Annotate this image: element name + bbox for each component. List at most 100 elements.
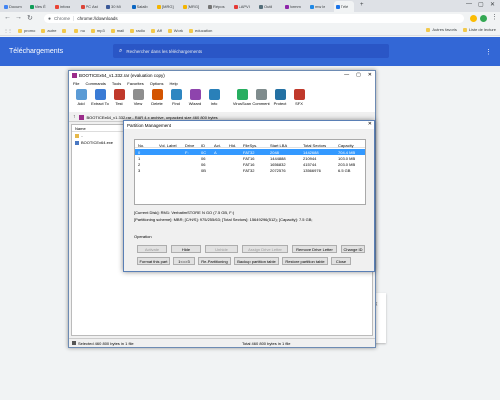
minimize-icon[interactable]: — (466, 1, 472, 7)
extension-icon[interactable] (470, 15, 477, 22)
browser-tab[interactable]: formm (283, 1, 303, 12)
bookmark-item[interactable]: promo (18, 28, 35, 33)
bookmark-item[interactable]: nu (74, 28, 85, 33)
table-row[interactable]: 3 0B FAT32 2072576 13566976 6.5 GB (135, 167, 365, 173)
folder-icon (18, 28, 22, 33)
bookmark-label: autre (47, 28, 57, 33)
downloads-menu-icon[interactable]: ⋮ (485, 48, 492, 56)
column-header[interactable]: Start LBA (270, 143, 287, 148)
column-header[interactable]: Drive (185, 143, 194, 148)
toolbar-button-extract-to[interactable]: Extract To (91, 89, 109, 106)
op-button-assign-drive-letter[interactable]: Assign Drive Letter (242, 245, 288, 253)
winrar-menu-item[interactable]: Tools (112, 81, 121, 86)
chrome-menu-icon[interactable]: ⋮ (491, 13, 498, 21)
toolbar-button-info[interactable]: Info (206, 89, 222, 106)
maximize-icon[interactable]: ▢ (478, 1, 484, 8)
browser-tab[interactable]: [MRG] (181, 1, 201, 12)
column-header[interactable]: Act. (214, 143, 221, 148)
toolbar-button-test[interactable]: Test (111, 89, 127, 106)
browser-tab[interactable]: [MRG] (155, 1, 175, 12)
winrar-minimize-icon[interactable]: — (344, 72, 349, 78)
op-button-activate[interactable]: Activate (137, 245, 167, 253)
bookmark-right-item[interactable]: Liste de lecture (462, 27, 496, 32)
op-button-re-partitioning[interactable]: Re-Partitioning (198, 257, 231, 265)
op-button-backup-partition-table[interactable]: Backup partition table (234, 257, 279, 265)
winrar-menu-item[interactable]: File (73, 81, 79, 86)
winrar-close-icon[interactable]: ✕ (368, 72, 372, 78)
comment-icon (255, 89, 267, 100)
bookmark-item[interactable]: mail (110, 28, 124, 33)
winrar-menu-item[interactable]: Favorites (127, 81, 143, 86)
apps-icon[interactable]: ⋮⋮ (4, 28, 12, 33)
status-left-wrap: Selected 460 800 bytes in 1 file (72, 341, 242, 346)
bookmark-item[interactable]: mp3 (90, 28, 105, 33)
partition-table-header: No. Vol. Label Drive ID Act. Hid. FileSys. Star… (135, 142, 365, 148)
winrar-menubar: File Commands Tools Favorites Options Help (69, 80, 375, 87)
bookmark-item[interactable]: Aff (150, 28, 162, 33)
toolbar-button-label: Comment (252, 101, 270, 106)
browser-tab[interactable]: PC Ast (79, 1, 99, 12)
bookmark-right-item[interactable]: Autres favoris (426, 27, 457, 32)
bookmark-item[interactable]: Work (167, 28, 183, 33)
profile-avatar[interactable] (480, 15, 487, 22)
tab-title: Mes É (34, 4, 46, 9)
browser-tab[interactable]: Docum (2, 1, 22, 12)
back-icon[interactable]: ← (4, 14, 11, 21)
toolbar-button-find[interactable]: Find (168, 89, 184, 106)
column-header[interactable]: Vol. Label (159, 143, 177, 148)
toolbar-button-sfx[interactable]: SFX (291, 89, 307, 106)
new-tab-icon[interactable]: + (360, 2, 364, 8)
close-icon[interactable]: ✕ (490, 1, 495, 8)
op-button-close[interactable]: Close (331, 257, 351, 265)
downloads-search-input[interactable]: ⌕ Rechercher dans les téléchargements (113, 44, 389, 58)
up-folder-icon[interactable]: ↑ (73, 114, 76, 120)
browser-tab[interactable]: Répos (206, 1, 226, 12)
toolbar-button-view[interactable]: View (130, 89, 146, 106)
toolbar-button-protect[interactable]: Protect (272, 89, 288, 106)
op-button-format-this-part[interactable]: Format this part (137, 257, 170, 265)
table-cell: 6.5 GB (338, 167, 351, 173)
column-header[interactable]: FileSys. (243, 143, 257, 148)
browser-tab[interactable]: infoss (53, 1, 73, 12)
column-header[interactable]: No. (138, 143, 144, 148)
tab-favicon-icon (4, 4, 8, 9)
op-button-1-3[interactable]: 1<=>3 (173, 257, 195, 265)
browser-tab[interactable]: Mes É (28, 1, 48, 12)
browser-tab[interactable]: 30 Mi (104, 1, 124, 12)
op-button-change-id[interactable]: Change ID (341, 245, 365, 253)
winrar-menu-item[interactable]: Options (150, 81, 164, 86)
browser-tab[interactable]: Salaib (130, 1, 150, 12)
bookmark-item[interactable] (62, 28, 68, 33)
toolbar-button-label: Add (77, 101, 85, 106)
toolbar-button-add[interactable]: Add (73, 89, 89, 106)
table-cell: 2072576 (270, 167, 286, 173)
column-header[interactable]: Hid. (229, 143, 236, 148)
op-button-restore-partition-table[interactable]: Restore partition table (282, 257, 328, 265)
op-button-hide[interactable]: Hide (171, 245, 201, 253)
op-button-remove-drive-letter[interactable]: Remove Drive Letter (292, 245, 337, 253)
column-header[interactable]: Capacity (338, 143, 354, 148)
table-cell: FAT16 (243, 155, 255, 161)
column-header[interactable]: ID (201, 143, 205, 148)
winrar-menu-item[interactable]: Commands (85, 81, 105, 86)
bookmark-item[interactable]: education (189, 28, 212, 33)
winrar-menu-item[interactable]: Help (170, 81, 178, 86)
dialog-close-icon[interactable]: ✕ (368, 121, 372, 127)
toolbar-button-comment[interactable]: Comment (252, 89, 270, 106)
toolbar-button-virusscan[interactable]: VirusScan (233, 89, 251, 106)
toolbar-button-delete[interactable]: Delete (149, 89, 165, 106)
forward-icon[interactable]: → (15, 14, 22, 21)
column-header[interactable]: Total Sectors (303, 143, 326, 148)
reload-icon[interactable]: ↻ (27, 14, 33, 22)
browser-tab[interactable]: Outil (257, 1, 277, 12)
bookmarks-right: Autres favoris Liste de lecture (426, 27, 496, 32)
browser-tab[interactable]: Télé (333, 1, 354, 12)
browser-tab[interactable]: LAPVI (232, 1, 252, 12)
bookmark-item[interactable]: autre (41, 28, 56, 33)
address-bar[interactable]: ● Chrome | chrome://downloads (44, 14, 464, 23)
op-button-unhide[interactable]: Unhide (205, 245, 238, 253)
winrar-maximize-icon[interactable]: ▢ (356, 72, 361, 78)
bookmark-item[interactable]: radio (130, 28, 145, 33)
toolbar-button-wizard[interactable]: Wizard (187, 89, 203, 106)
browser-tab[interactable]: mw le (308, 1, 328, 12)
